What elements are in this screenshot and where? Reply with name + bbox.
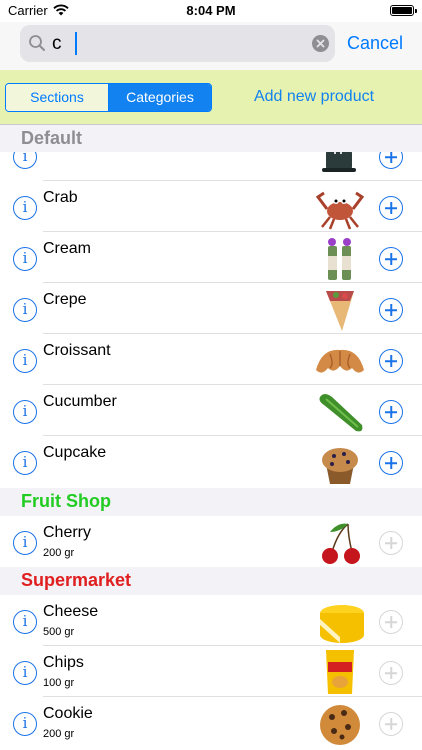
section-title: Fruit Shop [21, 491, 111, 511]
info-icon[interactable]: i [13, 349, 37, 373]
info-icon[interactable]: i [13, 610, 37, 634]
search-input[interactable]: c [20, 25, 335, 62]
list-item[interactable]: i Cheese 500 gr [0, 595, 422, 646]
list-item[interactable]: i Cherry 200 gr [0, 516, 422, 567]
list-item[interactable]: i Cookie 200 gr [0, 697, 422, 748]
status-bar: Carrier 8:04 PM [0, 0, 422, 22]
product-name: Cookie [43, 705, 93, 722]
search-query-text: c [52, 33, 62, 54]
info-icon[interactable]: i [13, 661, 37, 685]
list-item[interactable]: i Cucumber [0, 385, 422, 436]
cherry-icon [322, 523, 360, 564]
chips-bag-icon [326, 650, 354, 694]
add-to-list-button[interactable] [379, 610, 403, 634]
add-to-list-button[interactable] [379, 400, 403, 424]
info-icon[interactable]: i [13, 531, 37, 555]
add-to-list-button[interactable] [379, 661, 403, 685]
cancel-button[interactable]: Cancel [347, 33, 403, 54]
search-bar: c Cancel [0, 22, 422, 70]
segment-sections[interactable]: Sections [6, 84, 108, 111]
add-to-list-button[interactable] [379, 712, 403, 736]
product-quantity: 200 gr [43, 728, 75, 740]
product-name: Crepe [43, 291, 87, 308]
product-name: Cucumber [43, 393, 117, 410]
add-to-list-button[interactable] [379, 531, 403, 555]
info-icon[interactable]: i [13, 451, 37, 475]
crepe-icon [326, 291, 354, 331]
product-name: Crab [43, 189, 78, 206]
cream-tubes-icon [328, 238, 351, 280]
muffin-icon [322, 448, 358, 484]
add-to-list-button[interactable] [379, 196, 403, 220]
section-title: Supermarket [21, 570, 132, 590]
cucumber-icon [319, 394, 363, 432]
add-to-list-button[interactable] [379, 451, 403, 475]
list-item[interactable]: i Chips 100 gr [0, 646, 422, 697]
cheese-icon [320, 605, 364, 643]
list-item[interactable]: i Cupcake [0, 436, 422, 487]
section-header-fruit-shop: Fruit Shop [0, 488, 422, 516]
close-icon [316, 39, 325, 48]
croissant-icon [316, 349, 364, 373]
product-name: Cherry [43, 524, 92, 541]
info-icon[interactable]: i [13, 196, 37, 220]
list-item[interactable]: i Cream [0, 232, 422, 283]
product-quantity: 500 gr [43, 626, 75, 638]
status-time: 8:04 PM [186, 3, 236, 18]
product-quantity: 200 gr [43, 547, 75, 559]
list-item[interactable]: i Crab [0, 181, 422, 232]
product-name: Cupcake [43, 444, 107, 461]
info-icon[interactable]: i [13, 298, 37, 322]
home-indicator-area [0, 745, 422, 750]
product-name: Cheese [43, 603, 99, 620]
add-new-product-button[interactable]: Add new product [228, 88, 400, 106]
crab-icon [315, 191, 365, 230]
add-to-list-button[interactable] [379, 349, 403, 373]
product-quantity: 100 gr [43, 677, 75, 689]
info-icon[interactable]: i [13, 247, 37, 271]
toolbar: Sections Categories Add new product [0, 70, 422, 124]
view-mode-segmented-control: Sections Categories [5, 83, 212, 112]
info-icon[interactable]: i [13, 400, 37, 424]
search-icon [29, 35, 45, 51]
product-name: Chips [43, 654, 84, 671]
battery-icon [390, 5, 417, 16]
clear-text-button[interactable] [312, 35, 329, 52]
section-title: Default [21, 128, 83, 148]
add-to-list-button[interactable] [379, 298, 403, 322]
section-header-supermarket: Supermarket [0, 567, 422, 595]
text-cursor [75, 32, 77, 55]
cookie-icon [320, 705, 360, 745]
product-name: Croissant [43, 342, 111, 359]
info-icon[interactable]: i [13, 712, 37, 736]
segment-categories[interactable]: Categories [108, 84, 211, 111]
list-item[interactable]: i Crepe [0, 283, 422, 334]
add-to-list-button[interactable] [379, 247, 403, 271]
section-header-default-sticky: Default [0, 125, 422, 152]
list-item[interactable]: i Croissant [0, 334, 422, 385]
product-name: Cream [43, 240, 92, 257]
